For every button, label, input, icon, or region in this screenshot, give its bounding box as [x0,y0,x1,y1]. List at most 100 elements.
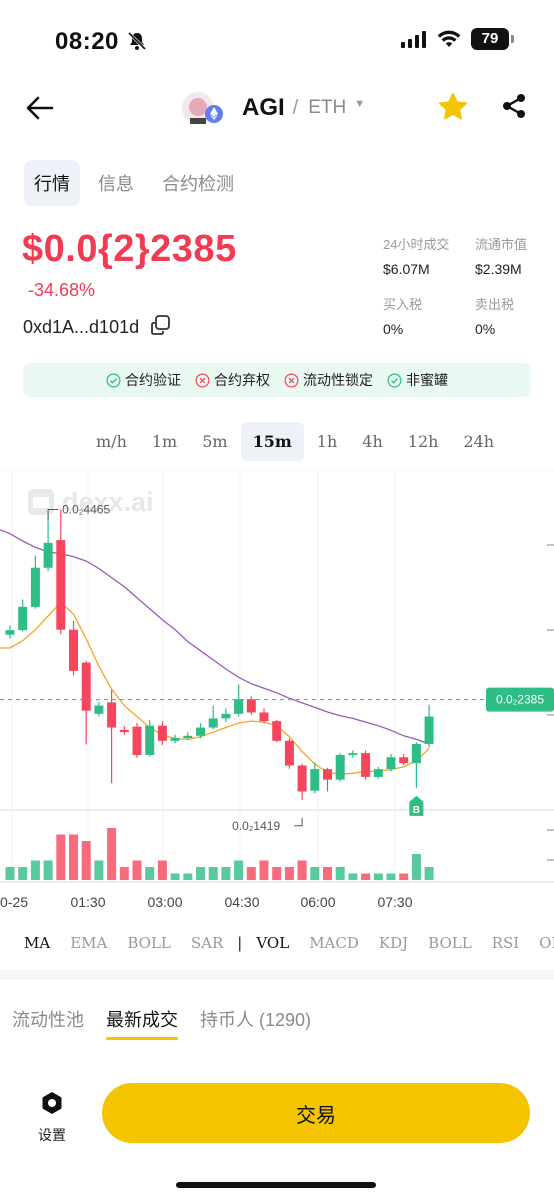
interval-12h[interactable]: 12h [396,422,451,461]
settings-button[interactable]: 设置 [36,1090,68,1145]
candle [234,684,244,717]
candle-body [30,567,40,607]
candle [81,660,91,745]
interval-mh[interactable]: m/h [84,422,139,461]
candle-body [107,702,117,728]
candle [132,722,142,758]
volume-bar [259,860,269,880]
volume-bar [81,841,91,880]
share-icon[interactable] [500,92,528,125]
interval-5m[interactable]: 5m [190,422,239,461]
tab-liquidity-pool[interactable]: 流动性池 [12,1006,84,1040]
candlestick-chart[interactable]: dexx.ai 0-25 01:30 03:00 04:30 06:00 07:30 0.… [0,470,554,915]
indicator-boll[interactable]: BOLL [117,934,181,952]
stat-label: 24小时成交 [383,237,450,252]
candle-body [335,754,345,780]
copy-icon[interactable] [149,314,171,341]
indicator-rsi[interactable]: RSI [482,934,530,952]
bottom-tabs: 流动性池 最新成交 持币人 (1290) [12,1006,311,1040]
settings-hexagon-icon [42,1092,62,1114]
indicator-ema[interactable]: EMA [60,934,117,952]
x-tick-label: 07:30 [377,894,412,910]
candle-body [411,744,421,764]
candle [411,742,421,788]
volume-bar [323,867,332,880]
candle [361,750,371,780]
star-icon[interactable] [436,90,470,129]
volume-bar [399,873,409,880]
candle-body [43,542,53,568]
candle [56,509,66,635]
top-tabs: 行情 信息 合约检测 [24,160,252,206]
buy-marker-label: B [413,805,420,816]
volume-bar [297,860,307,880]
tab-latest-trades[interactable]: 最新成交 [106,1006,178,1040]
candle [373,766,383,779]
interval-4h[interactable]: 4h [350,422,394,461]
tab-market[interactable]: 行情 [24,160,80,206]
interval-24h[interactable]: 24h [451,422,506,461]
volume-bar [335,867,345,880]
volume-bar [246,867,256,880]
indicator-vol[interactable]: VOL [246,934,299,952]
low-pointer [294,817,303,827]
volume-bar [5,867,15,880]
candle [259,708,269,723]
indicator-divider: | [237,934,243,952]
check-ownership-renounced: 合约弃权 [195,370,270,390]
stat-buy-tax: 买入税 0% [383,294,473,337]
candle [119,725,129,735]
price-chart[interactable]: dexx.ai 0-25 01:30 03:00 04:30 06:00 07:30 0.… [0,470,554,915]
interval-15m[interactable]: 15m [240,422,304,461]
candle-body [361,753,371,777]
back-arrow-icon[interactable] [24,92,56,124]
chevron-down-icon: ▼ [354,98,366,110]
indicator-sar[interactable]: SAR [181,934,233,952]
indicator-boll-sub[interactable]: BOLL [418,934,482,952]
interval-1h[interactable]: 1h [305,422,349,461]
candle-body [234,699,244,714]
indicator-macd[interactable]: MACD [299,934,369,952]
check-liquidity-locked: 流动性锁定 [284,370,373,390]
candle-body [386,757,396,770]
volume-bar [69,834,78,880]
candle-body [272,721,282,741]
candle-body [145,725,155,755]
volume-bar [272,867,282,880]
volume-bar [56,834,66,880]
candle-body [5,630,15,635]
candle [284,738,294,769]
contract-address-text: 0xd1A...d101d [23,317,140,337]
interval-1m[interactable]: 1m [140,422,189,461]
tab-holders[interactable]: 持币人 (1290) [200,1006,311,1040]
volume-bar [234,860,244,880]
check-contract-verified: 合约验证 [106,370,181,390]
candle-body [297,765,307,792]
tab-contract-check[interactable]: 合约检测 [152,160,244,206]
token-selector[interactable]: AGI / ETH ▼ [180,90,365,126]
x-axis-ticks: 0-25 01:30 03:00 04:30 06:00 07:30 [0,894,413,910]
home-indicator [176,1182,376,1188]
stat-label: 卖出税 [475,297,515,312]
status-bar: 08:20 79 [0,0,554,80]
tab-info[interactable]: 信息 [88,160,144,206]
indicator-ma[interactable]: MA [0,934,60,952]
volume-bar [132,860,142,880]
low-price-label: 0.0₂1419 [232,819,280,833]
indicator-kdj[interactable]: KDJ [369,934,418,952]
trade-button[interactable]: 交易 [102,1083,530,1143]
check-label: 合约弃权 [214,372,270,388]
token-symbol: AGI [242,94,285,121]
volume-bar [208,867,218,880]
indicator-obv[interactable]: OBV [529,934,554,952]
candle-body [196,727,205,736]
candle-body [259,712,269,722]
x-circle-icon [195,373,210,387]
volume-bar [386,873,396,880]
candle [5,625,15,639]
check-not-honeypot: 非蜜罐 [387,370,448,390]
token-separator: / [292,96,299,119]
volume-bar [361,873,371,880]
candle [208,705,218,730]
battery-indicator: 79 [471,28,514,50]
